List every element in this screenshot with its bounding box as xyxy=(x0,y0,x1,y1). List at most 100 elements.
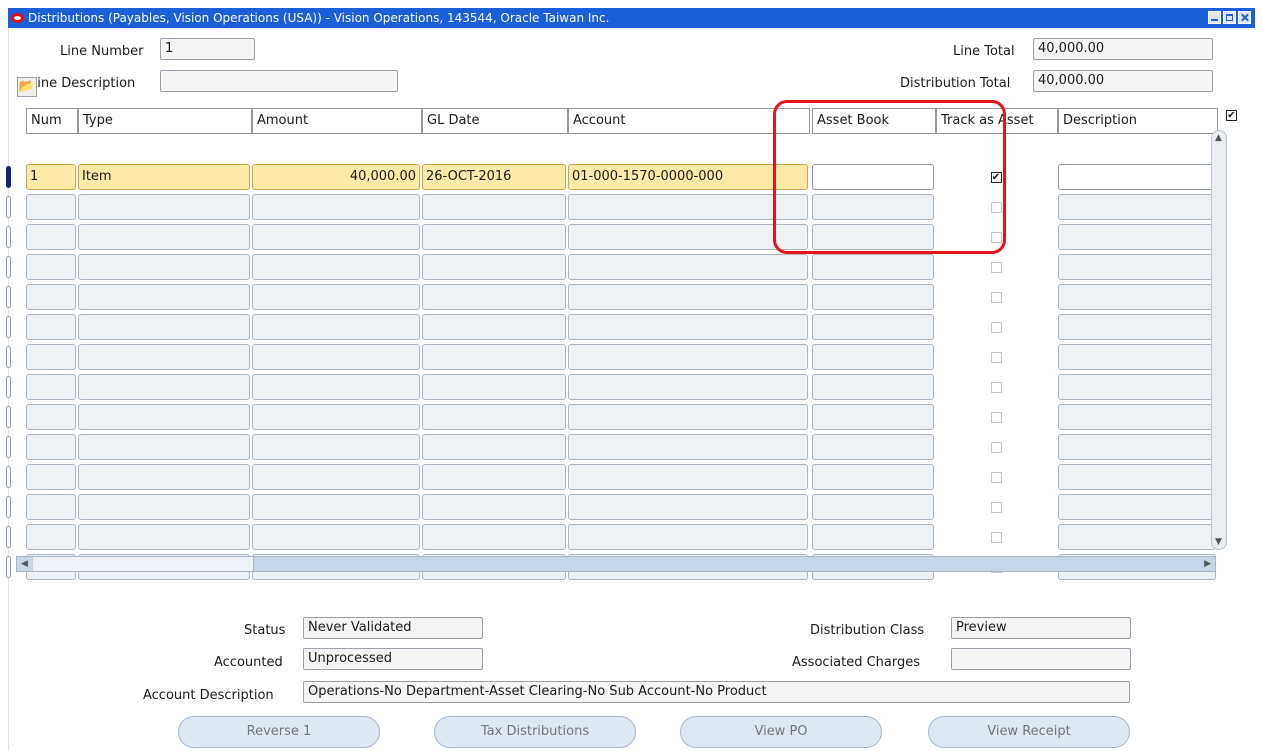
cell-type[interactable] xyxy=(78,284,250,310)
cell-gl-date[interactable] xyxy=(422,284,566,310)
cell-type[interactable] xyxy=(78,224,250,250)
table-row[interactable]: 1 Item 40,000.00 26-OCT-2016 01-000-1570-000… xyxy=(0,164,1263,192)
cell-type[interactable] xyxy=(78,434,250,460)
track-as-asset-checkbox[interactable] xyxy=(990,291,1002,303)
cell-amount[interactable] xyxy=(252,194,420,220)
table-row[interactable] xyxy=(0,224,1263,252)
account-description-field[interactable]: Operations-No Department-Asset Clearing-… xyxy=(303,681,1130,703)
cell-num[interactable] xyxy=(26,194,76,220)
cell-type[interactable] xyxy=(78,194,250,220)
cell-type[interactable]: Item xyxy=(78,164,250,190)
cell-account[interactable] xyxy=(568,224,808,250)
folder-open-icon[interactable]: 📂 xyxy=(17,77,37,97)
row-indicator[interactable] xyxy=(6,436,11,458)
cell-account[interactable] xyxy=(568,284,808,310)
cell-gl-date[interactable] xyxy=(422,374,566,400)
cell-description[interactable] xyxy=(1058,344,1216,370)
row-indicator[interactable] xyxy=(6,316,11,338)
cell-gl-date[interactable] xyxy=(422,344,566,370)
cell-amount[interactable] xyxy=(252,524,420,550)
cell-asset-book[interactable] xyxy=(812,464,934,490)
cell-num[interactable] xyxy=(26,434,76,460)
track-as-asset-checkbox[interactable] xyxy=(990,351,1002,363)
cell-num[interactable] xyxy=(26,314,76,340)
cell-num[interactable] xyxy=(26,284,76,310)
row-indicator[interactable] xyxy=(6,196,11,218)
cell-description[interactable] xyxy=(1058,464,1216,490)
associated-charges-field[interactable] xyxy=(951,648,1131,670)
row-indicator[interactable] xyxy=(6,166,11,188)
track-as-asset-checkbox[interactable] xyxy=(990,471,1002,483)
cell-account[interactable] xyxy=(568,434,808,460)
vertical-scrollbar[interactable]: ▲ ▼ xyxy=(1211,130,1227,550)
cell-gl-date[interactable] xyxy=(422,314,566,340)
cell-gl-date[interactable] xyxy=(422,434,566,460)
cell-type[interactable] xyxy=(78,404,250,430)
cell-amount[interactable] xyxy=(252,404,420,430)
track-as-asset-checkbox[interactable] xyxy=(990,321,1002,333)
scroll-right-icon[interactable]: ▶ xyxy=(1204,559,1211,569)
view-receipt-button[interactable]: View Receipt xyxy=(928,716,1130,748)
cell-type[interactable] xyxy=(78,314,250,340)
line-description-field[interactable] xyxy=(160,70,398,92)
track-as-asset-checkbox[interactable] xyxy=(990,261,1002,273)
cell-account[interactable] xyxy=(568,254,808,280)
track-as-asset-checkbox[interactable] xyxy=(990,501,1002,513)
cell-num[interactable] xyxy=(26,254,76,280)
cell-amount[interactable] xyxy=(252,494,420,520)
row-indicator[interactable] xyxy=(6,466,11,488)
table-row[interactable] xyxy=(0,524,1263,552)
cell-gl-date[interactable] xyxy=(422,464,566,490)
cell-amount[interactable] xyxy=(252,224,420,250)
track-as-asset-checkbox[interactable] xyxy=(990,411,1002,423)
cell-num[interactable] xyxy=(26,524,76,550)
row-indicator[interactable] xyxy=(6,346,11,368)
cell-num[interactable] xyxy=(26,224,76,250)
cell-account[interactable]: 01-000-1570-0000-000 xyxy=(568,164,808,190)
close-icon[interactable] xyxy=(1238,11,1251,24)
cell-num[interactable]: 1 xyxy=(26,164,76,190)
cell-description[interactable] xyxy=(1058,434,1216,460)
cell-gl-date[interactable]: 26-OCT-2016 xyxy=(422,164,566,190)
cell-asset-book[interactable] xyxy=(812,254,934,280)
track-as-asset-checkbox[interactable] xyxy=(990,381,1002,393)
horizontal-scroll-thumb[interactable] xyxy=(33,557,254,571)
track-as-asset-checkbox[interactable] xyxy=(990,531,1002,543)
scroll-left-icon[interactable]: ◀ xyxy=(21,559,28,569)
cell-type[interactable] xyxy=(78,524,250,550)
cell-gl-date[interactable] xyxy=(422,524,566,550)
cell-gl-date[interactable] xyxy=(422,494,566,520)
minimize-icon[interactable] xyxy=(1208,11,1221,24)
row-indicator[interactable] xyxy=(6,376,11,398)
cell-amount[interactable] xyxy=(252,314,420,340)
cell-type[interactable] xyxy=(78,254,250,280)
table-row[interactable] xyxy=(0,434,1263,462)
line-total-field[interactable]: 40,000.00 xyxy=(1033,38,1213,60)
cell-amount[interactable] xyxy=(252,434,420,460)
cell-account[interactable] xyxy=(568,374,808,400)
cell-amount[interactable] xyxy=(252,254,420,280)
cell-account[interactable] xyxy=(568,344,808,370)
tax-distributions-button[interactable]: Tax Distributions xyxy=(434,716,636,748)
cell-asset-book[interactable] xyxy=(812,314,934,340)
cell-num[interactable] xyxy=(26,464,76,490)
table-row[interactable] xyxy=(0,194,1263,222)
cell-amount[interactable] xyxy=(252,464,420,490)
row-indicator[interactable] xyxy=(6,556,11,578)
cell-description[interactable] xyxy=(1058,524,1216,550)
cell-asset-book[interactable] xyxy=(812,344,934,370)
cell-amount[interactable] xyxy=(252,284,420,310)
table-row[interactable] xyxy=(0,494,1263,522)
cell-num[interactable] xyxy=(26,374,76,400)
cell-asset-book[interactable] xyxy=(812,404,934,430)
cell-asset-book[interactable] xyxy=(812,374,934,400)
cell-num[interactable] xyxy=(26,494,76,520)
row-indicator[interactable] xyxy=(6,406,11,428)
cell-description[interactable] xyxy=(1058,404,1216,430)
horizontal-scrollbar[interactable]: ◀ ▶ xyxy=(16,556,1216,572)
cell-amount[interactable]: 40,000.00 xyxy=(252,164,420,190)
distribution-class-field[interactable]: Preview xyxy=(951,617,1131,639)
cell-gl-date[interactable] xyxy=(422,254,566,280)
cell-description[interactable] xyxy=(1058,164,1216,190)
cell-description[interactable] xyxy=(1058,374,1216,400)
